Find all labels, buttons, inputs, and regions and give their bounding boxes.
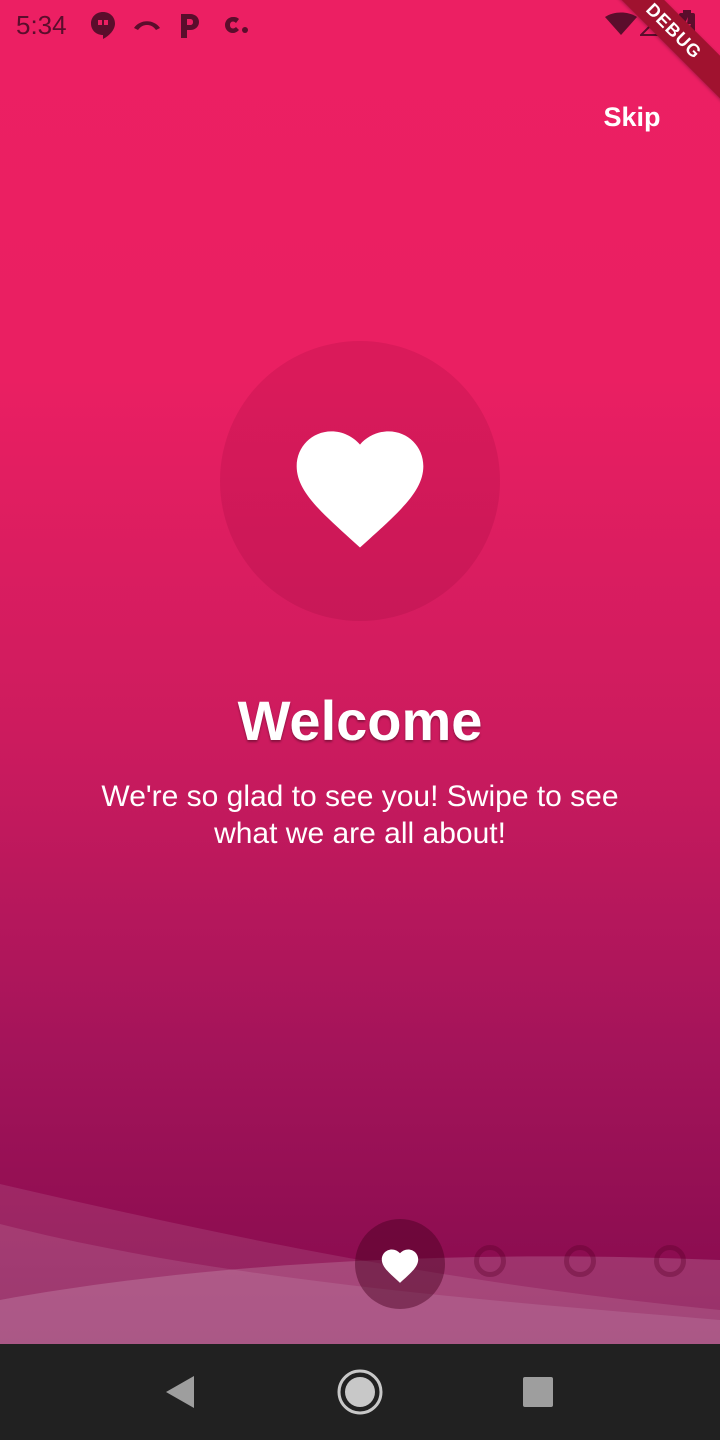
onboarding-screen: 5:34 DEBUG Skip Welcome We're so glad to…: [0, 0, 720, 1344]
heart-icon: [284, 411, 436, 558]
page-indicator-4[interactable]: [654, 1245, 686, 1277]
recents-button[interactable]: [514, 1368, 562, 1416]
home-icon: [337, 1369, 383, 1415]
page-title: Welcome: [237, 689, 483, 752]
skip-button[interactable]: Skip: [590, 96, 674, 140]
status-time: 5:34: [16, 10, 67, 40]
navigation-bar: [0, 1344, 720, 1440]
page-indicator-2[interactable]: [474, 1245, 506, 1277]
back-button[interactable]: [156, 1368, 204, 1416]
back-icon: [166, 1376, 194, 1408]
missed-call-icon: [132, 16, 162, 37]
home-button[interactable]: [336, 1368, 384, 1416]
recents-icon: [523, 1377, 553, 1407]
heart-icon: [381, 1249, 419, 1283]
wifi-icon: [604, 12, 638, 41]
page-indicator-3[interactable]: [564, 1245, 596, 1277]
page-subtitle: We're so glad to see you! Swipe to see w…: [101, 780, 619, 850]
c-app-icon: [222, 14, 250, 41]
parking-icon: [178, 10, 202, 45]
status-bar: 5:34: [0, 0, 720, 52]
hangouts-icon: [90, 11, 116, 44]
page-indicator-active[interactable]: [355, 1219, 445, 1309]
